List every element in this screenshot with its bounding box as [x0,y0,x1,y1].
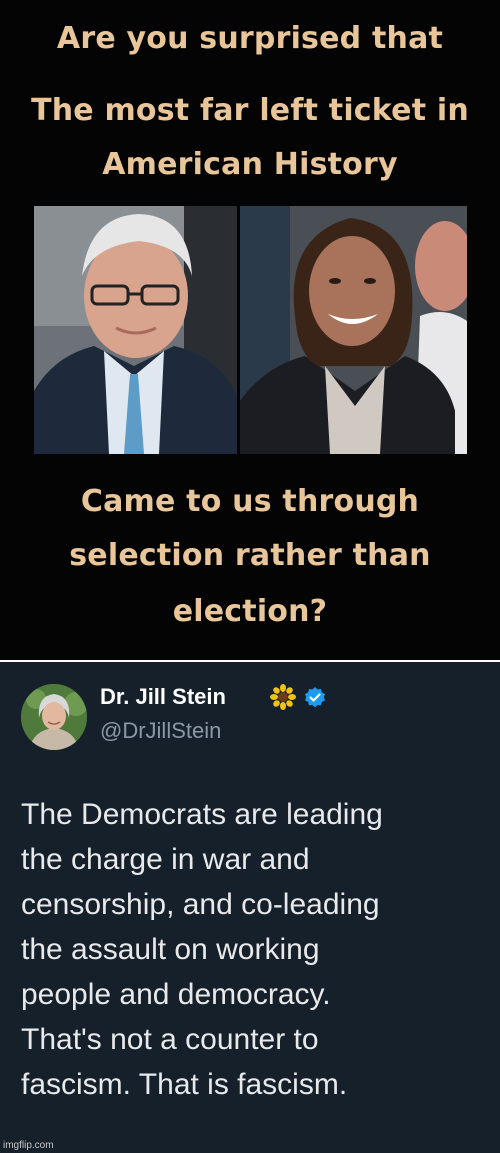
caption-line-1: Came to us through [80,484,420,519]
tweet-line-6: That's not a counter to [21,1023,319,1056]
headline-line-3: American History [102,147,398,182]
man-portrait-photo [34,206,237,454]
avatar[interactable] [21,684,87,750]
tweet-line-7: fascism. That is fascism. [21,1068,348,1101]
caption-line-3: election? [172,594,328,629]
headline-line-1: Are you surprised that [56,21,444,56]
headline-line-2: The most far left ticket in [31,93,469,128]
display-name[interactable]: Dr. Jill Stein [100,682,226,712]
tweet-line-4: the assault on working [21,933,320,966]
tweet-line-2: the charge in war and [21,843,310,876]
verified-badge-icon [303,686,327,710]
woman-portrait-photo [240,206,467,454]
tweet-line-1: The Democrats are leading [21,798,383,831]
tweet-line-5: people and democracy. [21,978,331,1011]
handle[interactable]: @DrJillStein [100,716,221,746]
caption-line-2: selection rather than [69,538,431,573]
meme-panel: Are you surprised that The most far left… [0,0,500,660]
watermark: imgflip.com [3,1140,54,1151]
sunflower-icon [270,684,296,710]
tweet-card: Dr. Jill Stein @DrJillStein The Democrat… [0,662,500,1153]
tweet-line-3: censorship, and co-leading [21,888,380,921]
tweet-text: The Democrats are leading the charge in … [21,792,491,1107]
